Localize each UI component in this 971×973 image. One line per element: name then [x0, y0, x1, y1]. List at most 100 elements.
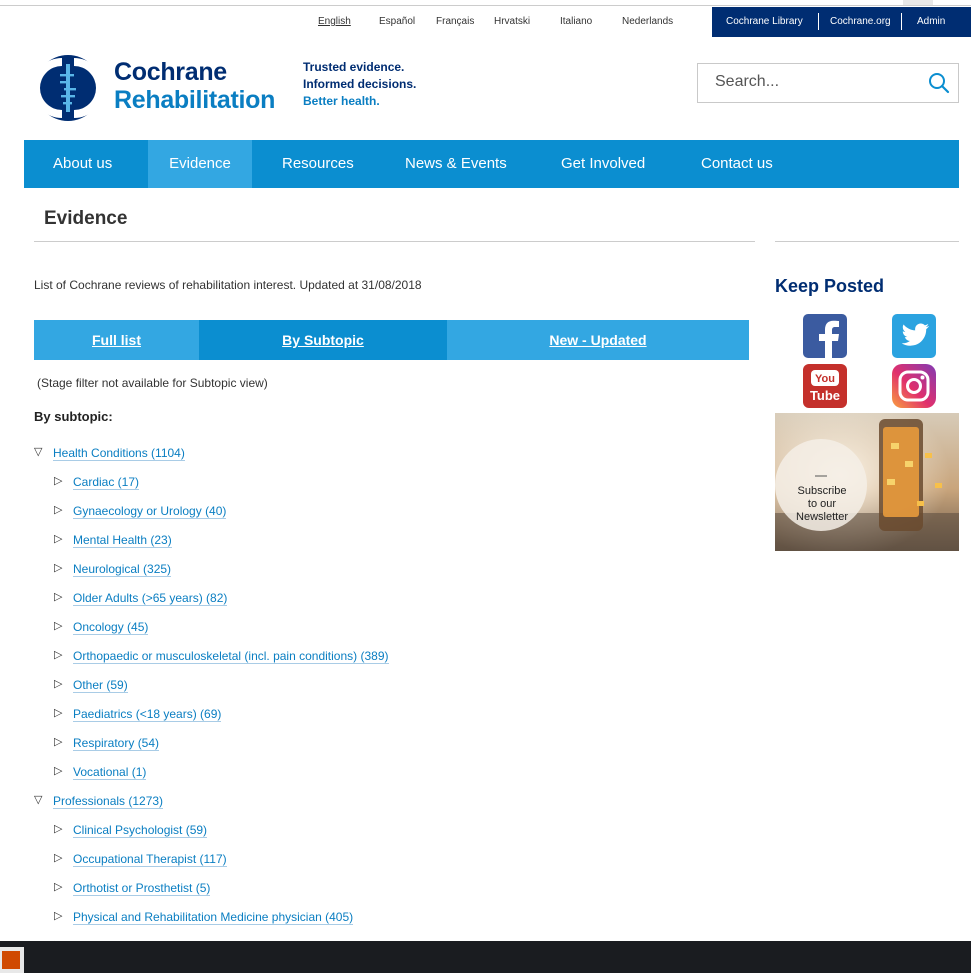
collapsed-triangle-icon[interactable]: ▷ — [54, 648, 62, 661]
tree-link[interactable]: Professionals (1273) — [53, 794, 164, 809]
tree-category[interactable]: ▽ Health Conditions (1104) — [34, 445, 734, 465]
collapsed-triangle-icon[interactable]: ▷ — [54, 503, 62, 516]
tree-subcategory[interactable]: ▷ Older Adults (>65 years) (82) — [54, 590, 754, 610]
language-english[interactable]: English — [318, 16, 351, 27]
subtopic-heading: By subtopic: — [34, 409, 113, 424]
main-nav: About us Evidence Resources News & Event… — [24, 140, 959, 188]
collapsed-triangle-icon[interactable]: ▷ — [54, 909, 62, 922]
os-taskbar — [0, 941, 971, 973]
tree-subcategory[interactable]: ▷ Cardiac (17) — [54, 474, 754, 494]
tree-category[interactable]: ▽ Professionals (1273) — [34, 793, 734, 813]
collapsed-triangle-icon[interactable]: ▷ — [54, 880, 62, 893]
cochrane-library-link[interactable]: Cochrane Library — [726, 16, 803, 27]
tree-link[interactable]: Vocational (1) — [73, 765, 147, 780]
collapsed-triangle-icon[interactable]: ▷ — [54, 677, 62, 690]
tree-subcategory[interactable]: ▷ Other (59) — [54, 677, 754, 697]
nav-contact-us[interactable]: Contact us — [689, 140, 785, 188]
search-box[interactable] — [697, 63, 959, 103]
tree-link[interactable]: Clinical Psychologist (59) — [73, 823, 208, 838]
tree-link[interactable]: Cardiac (17) — [73, 475, 140, 490]
top-border — [0, 5, 971, 6]
tab-new-updated-label: New - Updated — [549, 332, 647, 348]
stage-filter-note: (Stage filter not available for Subtopic… — [37, 376, 268, 390]
tab-by-subtopic-label: By Subtopic — [282, 332, 364, 348]
tree-subcategory[interactable]: ▷ Orthotist or Prosthetist (5) — [54, 880, 754, 900]
expanded-triangle-icon[interactable]: ▽ — [34, 793, 42, 806]
expanded-triangle-icon[interactable]: ▽ — [34, 445, 42, 458]
language-francais[interactable]: Français — [436, 16, 474, 27]
collapsed-triangle-icon[interactable]: ▷ — [54, 590, 62, 603]
taskbar-app-button[interactable] — [0, 947, 24, 973]
title-divider — [34, 241, 755, 242]
collapsed-triangle-icon[interactable]: ▷ — [54, 619, 62, 632]
collapsed-triangle-icon[interactable]: ▷ — [54, 532, 62, 545]
tree-link[interactable]: Respiratory (54) — [73, 736, 160, 751]
nav-evidence[interactable]: Evidence — [148, 140, 252, 188]
nav-about-us[interactable]: About us — [41, 140, 124, 188]
youtube-icon[interactable]: You Tube — [803, 364, 847, 408]
tree-link[interactable]: Oncology (45) — [73, 620, 149, 635]
language-hrvatski[interactable]: Hrvatski — [494, 16, 530, 27]
language-nederlands[interactable]: Nederlands — [622, 16, 673, 27]
tree-subcategory[interactable]: ▷ Clinical Psychologist (59) — [54, 822, 754, 842]
app-icon — [2, 951, 20, 969]
tree-subcategory[interactable]: ▷ Orthopaedic or musculoskeletal (incl. p… — [54, 648, 754, 668]
nav-resources[interactable]: Resources — [270, 140, 366, 188]
tree-subcategory[interactable]: ▷ Mental Health (23) — [54, 532, 754, 552]
tab-new-updated[interactable]: New - Updated — [447, 320, 749, 360]
nav-get-involved[interactable]: Get Involved — [549, 140, 657, 188]
tree-link[interactable]: Neurological (325) — [73, 562, 172, 577]
collapsed-triangle-icon[interactable]: ▷ — [54, 822, 62, 835]
instagram-icon[interactable] — [892, 364, 936, 408]
tab-by-subtopic[interactable]: By Subtopic — [199, 320, 447, 360]
newsletter-image — [775, 413, 959, 551]
facebook-icon[interactable] — [803, 314, 847, 358]
tree-subcategory[interactable]: ▷ Occupational Therapist (117) — [54, 851, 754, 871]
collapsed-triangle-icon[interactable]: ▷ — [54, 851, 62, 864]
keep-posted-heading: Keep Posted — [775, 276, 885, 296]
view-tabs: Full list By Subtopic New - Updated — [34, 320, 749, 360]
tree-link[interactable]: Physical and Rehabilitation Medicine phy… — [73, 910, 354, 925]
tree-subcategory[interactable]: ▷ Respiratory (54) — [54, 735, 754, 755]
search-icon[interactable] — [928, 72, 950, 94]
tree-subcategory[interactable]: ▷ Neurological (325) — [54, 561, 754, 581]
tree-subcategory[interactable]: ▷ Oncology (45) — [54, 619, 754, 639]
tab-full-list[interactable]: Full list — [34, 320, 199, 360]
tree-subcategory[interactable]: ▷ Physical and Rehabilitation Medicine ph… — [54, 909, 754, 929]
cochrane-logo-icon[interactable] — [34, 52, 102, 124]
tree-subcategory[interactable]: ▷ Vocational (1) — [54, 764, 754, 784]
language-espanol[interactable]: Español — [379, 16, 415, 27]
brand-line-1[interactable]: Cochrane — [114, 58, 227, 87]
tree-link[interactable]: Orthotist or Prosthetist (5) — [73, 881, 211, 896]
collapsed-triangle-icon[interactable]: ▷ — [54, 561, 62, 574]
admin-link[interactable]: Admin — [917, 16, 945, 27]
cochrane-org-link[interactable]: Cochrane.org — [830, 16, 891, 27]
nav-news-events[interactable]: News & Events — [393, 140, 519, 188]
tree-link[interactable]: Health Conditions (1104) — [53, 446, 185, 461]
brand-line-2[interactable]: Rehabilitation — [114, 86, 275, 115]
tree-link[interactable]: Orthopaedic or musculoskeletal (incl. pa… — [73, 649, 389, 664]
collapsed-triangle-icon[interactable]: ▷ — [54, 474, 62, 487]
tab-full-list-label: Full list — [92, 332, 141, 348]
newsletter-line-2: to our — [807, 498, 837, 510]
tree-link[interactable]: Gynaecology or Urology (40) — [73, 504, 227, 519]
twitter-icon[interactable] — [892, 314, 936, 358]
tagline-1: Trusted evidence. — [303, 60, 405, 74]
collapsed-triangle-icon[interactable]: ▷ — [54, 764, 62, 777]
separator — [901, 13, 902, 30]
language-italiano[interactable]: Italiano — [560, 16, 592, 27]
newsletter-text[interactable]: Subscribe to our Newsletter — [775, 485, 869, 524]
tree-link[interactable]: Mental Health (23) — [73, 533, 172, 548]
tree-subcategory[interactable]: ▷ Gynaecology or Urology (40) — [54, 503, 754, 523]
tree-link[interactable]: Occupational Therapist (117) — [73, 852, 227, 867]
language-bar: English Español Français Hrvatski Italia… — [0, 7, 971, 37]
tree-link[interactable]: Paediatrics (<18 years) (69) — [73, 707, 222, 722]
search-input[interactable] — [715, 73, 915, 91]
newsletter-banner[interactable]: Subscribe to our Newsletter — [775, 413, 959, 551]
tree-subcategory[interactable]: ▷ Paediatrics (<18 years) (69) — [54, 706, 754, 726]
collapsed-triangle-icon[interactable]: ▷ — [54, 735, 62, 748]
tree-link[interactable]: Other (59) — [73, 678, 128, 693]
tree-link[interactable]: Older Adults (>65 years) (82) — [73, 591, 228, 606]
collapsed-triangle-icon[interactable]: ▷ — [54, 706, 62, 719]
newsletter-line-1: Subscribe — [797, 485, 847, 497]
